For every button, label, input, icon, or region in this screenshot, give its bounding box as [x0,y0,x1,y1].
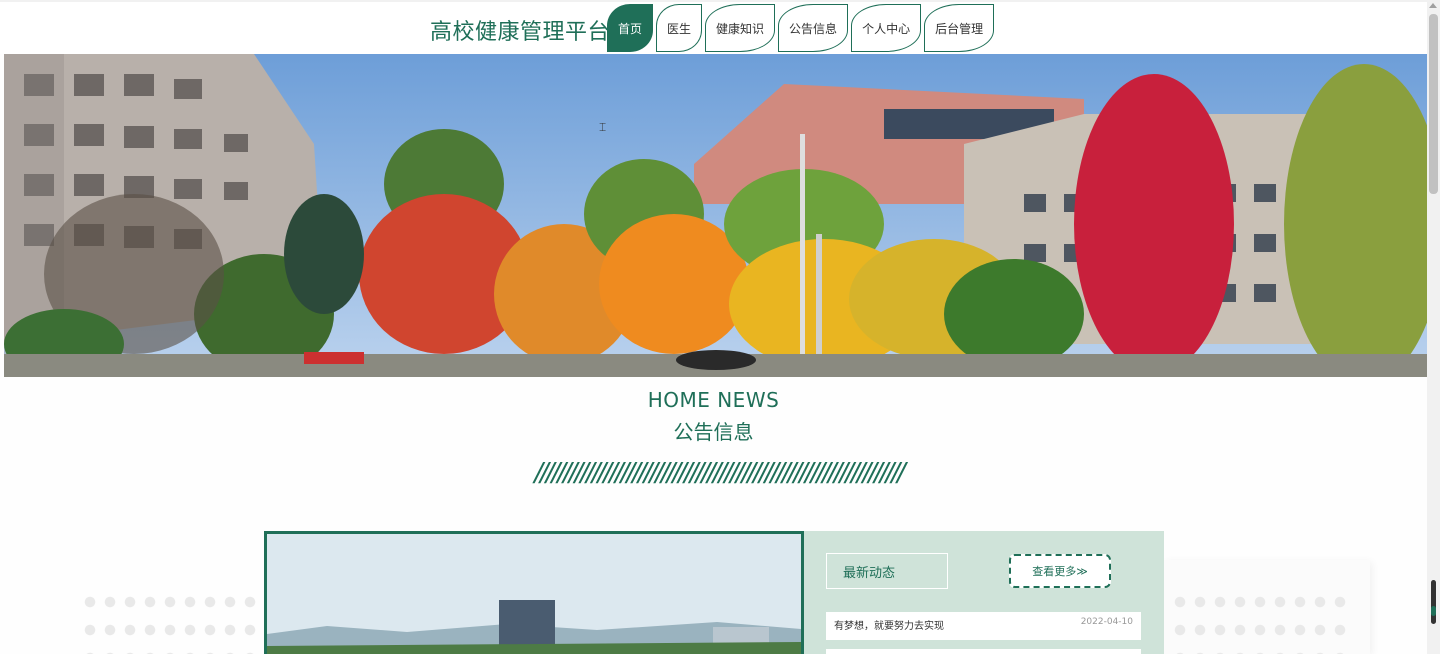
site-title[interactable]: 高校健康管理平台 [430,14,610,46]
news-feature-image[interactable] [264,531,804,654]
hero-banner-image[interactable] [4,54,1427,377]
nav-item-personal-center[interactable]: 个人中心 [851,4,922,52]
nav-item-announcements[interactable]: 公告信息 [778,4,849,52]
top-header: 高校健康管理平台 首页 医生 健康知识 公告信息 个人中心 后台管理 [0,0,1427,54]
nav-item-doctor[interactable]: 医生 [656,4,703,52]
decor-dots-right [1170,588,1350,654]
main-nav: 首页 医生 健康知识 公告信息 个人中心 后台管理 [607,4,995,54]
news-list-item-partial[interactable] [826,649,1141,654]
news-item-date: 2022-04-10 [1080,617,1133,627]
section-title-en: HOME NEWS [647,388,780,412]
nav-item-health-knowledge[interactable]: 健康知识 [705,4,776,52]
section-divider: ////////////////////////////////////////… [534,458,906,488]
latest-news-label: 最新动态 [826,553,948,589]
text-cursor-icon: ⌶ [599,120,607,134]
page: 高校健康管理平台 首页 医生 健康知识 公告信息 个人中心 后台管理 ⌶ HOM… [0,0,1440,654]
news-item-title: 有梦想，就要努力去实现 [834,621,944,632]
scroll-thumb[interactable] [1429,14,1438,194]
news-list-item[interactable]: 有梦想，就要努力去实现 2022-04-10 [826,612,1141,640]
back-to-top-handle[interactable] [1431,580,1436,624]
nav-item-admin[interactable]: 后台管理 [924,4,995,52]
news-panel: 最新动态 查看更多≫ 有梦想，就要努力去实现 2022-04-10 [804,531,1164,654]
scroll-up-arrow-icon[interactable] [1429,3,1437,8]
page-scrollbar[interactable] [1427,0,1440,654]
view-more-button[interactable]: 查看更多≫ [1009,554,1111,588]
section-title-cn: 公告信息 [673,420,754,444]
decor-dots-left [80,588,260,654]
nav-item-home[interactable]: 首页 [607,4,654,52]
